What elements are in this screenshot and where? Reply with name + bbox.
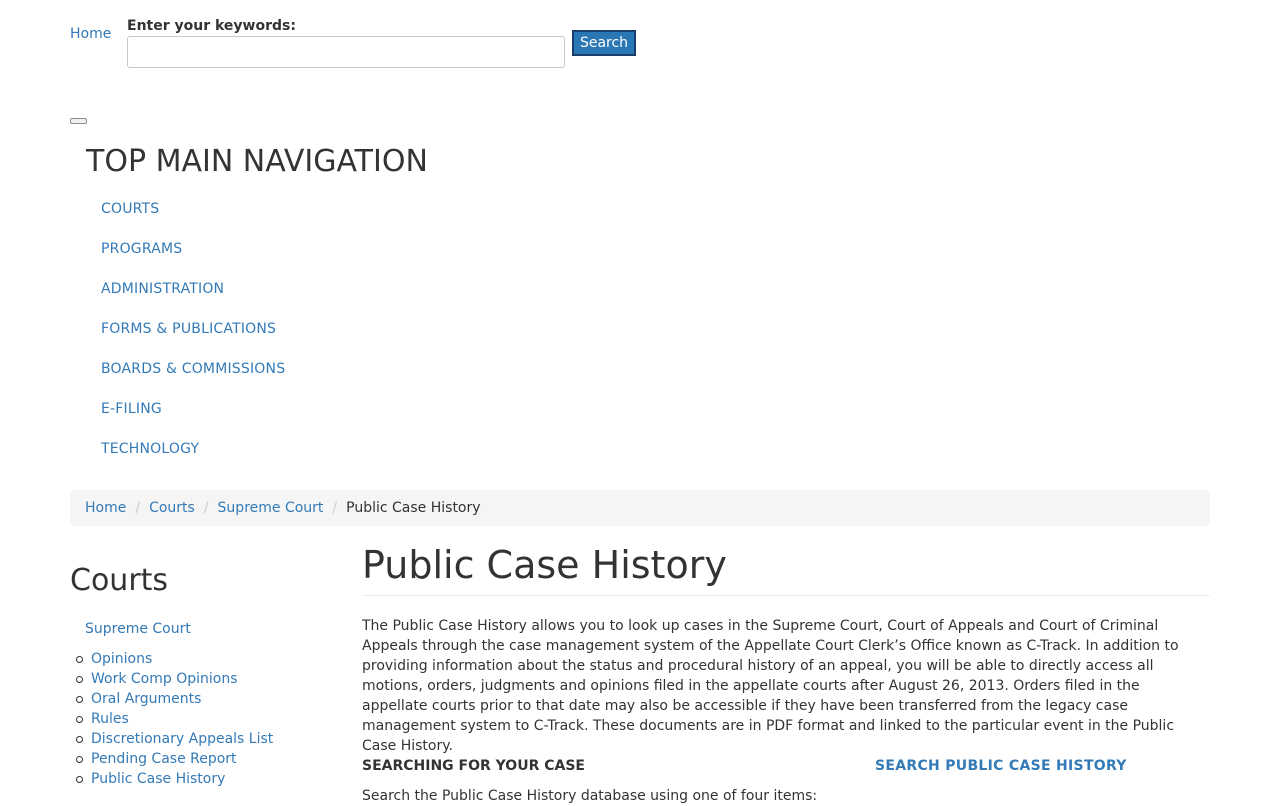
home-logo-link[interactable]: Home bbox=[70, 25, 111, 43]
breadcrumb-separator: / bbox=[332, 500, 338, 516]
nav-item-boards-commissions[interactable]: BOARDS & COMMISSIONS bbox=[101, 361, 285, 377]
nav-item-courts[interactable]: COURTS bbox=[101, 201, 159, 217]
nav-item-programs[interactable]: PROGRAMS bbox=[101, 241, 182, 257]
nav-item-forms-publications[interactable]: FORMS & PUBLICATIONS bbox=[101, 321, 276, 337]
bullet-icon bbox=[76, 776, 83, 783]
sidebar-item-public-case-history[interactable]: Public Case History bbox=[91, 771, 225, 787]
top-nav-list: COURTS PROGRAMS ADMINISTRATION FORMS & P… bbox=[101, 199, 285, 479]
top-nav-heading: TOP MAIN NAVIGATION bbox=[86, 144, 428, 179]
sidebar-item-oral-arguments[interactable]: Oral Arguments bbox=[91, 691, 201, 707]
sidebar-supreme-court-link[interactable]: Supreme Court bbox=[85, 619, 191, 639]
breadcrumb-current: Public Case History bbox=[346, 500, 481, 516]
breadcrumb-courts[interactable]: Courts bbox=[149, 498, 195, 518]
breadcrumb-supreme-court[interactable]: Supreme Court bbox=[218, 498, 324, 518]
bullet-icon bbox=[76, 656, 83, 663]
bullet-icon bbox=[76, 696, 83, 703]
sidebar-item-work-comp-opinions[interactable]: Work Comp Opinions bbox=[91, 671, 238, 687]
nav-toggle-button[interactable] bbox=[70, 118, 87, 124]
sidebar-item-opinions[interactable]: Opinions bbox=[91, 651, 152, 667]
nav-item-technology[interactable]: TECHNOLOGY bbox=[101, 441, 199, 457]
search-public-case-history-link[interactable]: SEARCH PUBLIC CASE HISTORY bbox=[875, 756, 1127, 776]
nav-item-administration[interactable]: ADMINISTRATION bbox=[101, 281, 224, 297]
breadcrumb-separator: / bbox=[203, 500, 209, 516]
keywords-search-input[interactable] bbox=[127, 36, 565, 68]
sidebar-title: Courts bbox=[70, 563, 169, 598]
breadcrumb-separator: / bbox=[135, 500, 141, 516]
breadcrumb-home[interactable]: Home bbox=[85, 498, 126, 518]
page-title: Public Case History bbox=[362, 543, 727, 587]
search-button[interactable]: Search bbox=[572, 30, 636, 56]
keywords-label: Enter your keywords: bbox=[127, 18, 296, 34]
searching-heading: SEARCHING FOR YOUR CASE bbox=[362, 758, 585, 774]
title-divider bbox=[362, 595, 1210, 596]
bullet-icon bbox=[76, 736, 83, 743]
sidebar-item-discretionary-appeals-list[interactable]: Discretionary Appeals List bbox=[91, 731, 273, 747]
bullet-icon bbox=[76, 716, 83, 723]
bullet-icon bbox=[76, 756, 83, 763]
bullet-icon bbox=[76, 676, 83, 683]
search-instructions: Search the Public Case History database … bbox=[362, 788, 818, 804]
sidebar-item-pending-case-report[interactable]: Pending Case Report bbox=[91, 751, 237, 767]
sidebar-item-rules[interactable]: Rules bbox=[91, 711, 129, 727]
intro-paragraph: The Public Case History allows you to lo… bbox=[362, 618, 1179, 754]
nav-item-e-filing[interactable]: E-FILING bbox=[101, 401, 162, 417]
sidebar-list: Opinions Work Comp Opinions Oral Argumen… bbox=[76, 649, 273, 789]
breadcrumb: Home / Courts / Supreme Court / Public C… bbox=[70, 490, 1210, 526]
